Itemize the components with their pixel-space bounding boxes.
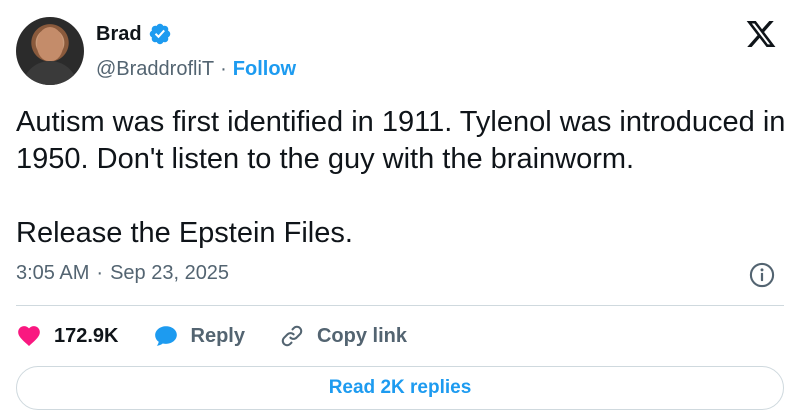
action-bar: 172.9K Reply Copy link (16, 318, 441, 354)
speech-bubble-icon (154, 326, 177, 346)
avatar-face (37, 27, 63, 61)
link-icon (281, 325, 303, 347)
follow-button[interactable]: Follow (233, 58, 296, 81)
tweet-text-paragraph-2: Release the Epstein Files. (16, 217, 353, 249)
copy-link-button[interactable]: Copy link (279, 323, 407, 349)
divider (16, 305, 784, 306)
tweet-date: Sep 23, 2025 (110, 262, 230, 284)
verified-badge-icon (149, 23, 170, 45)
read-replies-button[interactable]: Read 2K replies (16, 366, 784, 410)
x-logo-icon[interactable] (744, 18, 778, 50)
tweet-card: Brad @BraddrofliT · Follow Autism was fi… (0, 0, 800, 419)
tweet-text: Autism was first identified in 1911. Tyl… (16, 104, 788, 252)
reply-label: Reply (190, 324, 245, 347)
author-display-name[interactable]: Brad (96, 23, 142, 46)
heart-icon (18, 326, 40, 346)
likes-count: 172.9K (54, 324, 119, 347)
separator-dot: · (96, 262, 104, 284)
reply-button[interactable]: Reply (153, 323, 245, 349)
author-handle[interactable]: @BraddrofliT (96, 58, 214, 81)
tweet-text-paragraph-1: Autism was first identified in 1911. Tyl… (16, 106, 786, 175)
copy-link-label: Copy link (316, 324, 407, 347)
avatar-shirt (22, 61, 78, 85)
tweet-timestamp[interactable]: 3:05 AM · Sep 23, 2025 (16, 262, 229, 285)
info-icon[interactable] (748, 261, 776, 289)
author-handle-row: @BraddrofliT · Follow (96, 58, 296, 81)
like-button[interactable]: 172.9K (16, 323, 119, 349)
tweet-time: 3:05 AM (16, 262, 90, 284)
separator-dot: · (220, 58, 227, 80)
author-name-row: Brad (96, 22, 172, 46)
avatar[interactable] (16, 17, 84, 85)
